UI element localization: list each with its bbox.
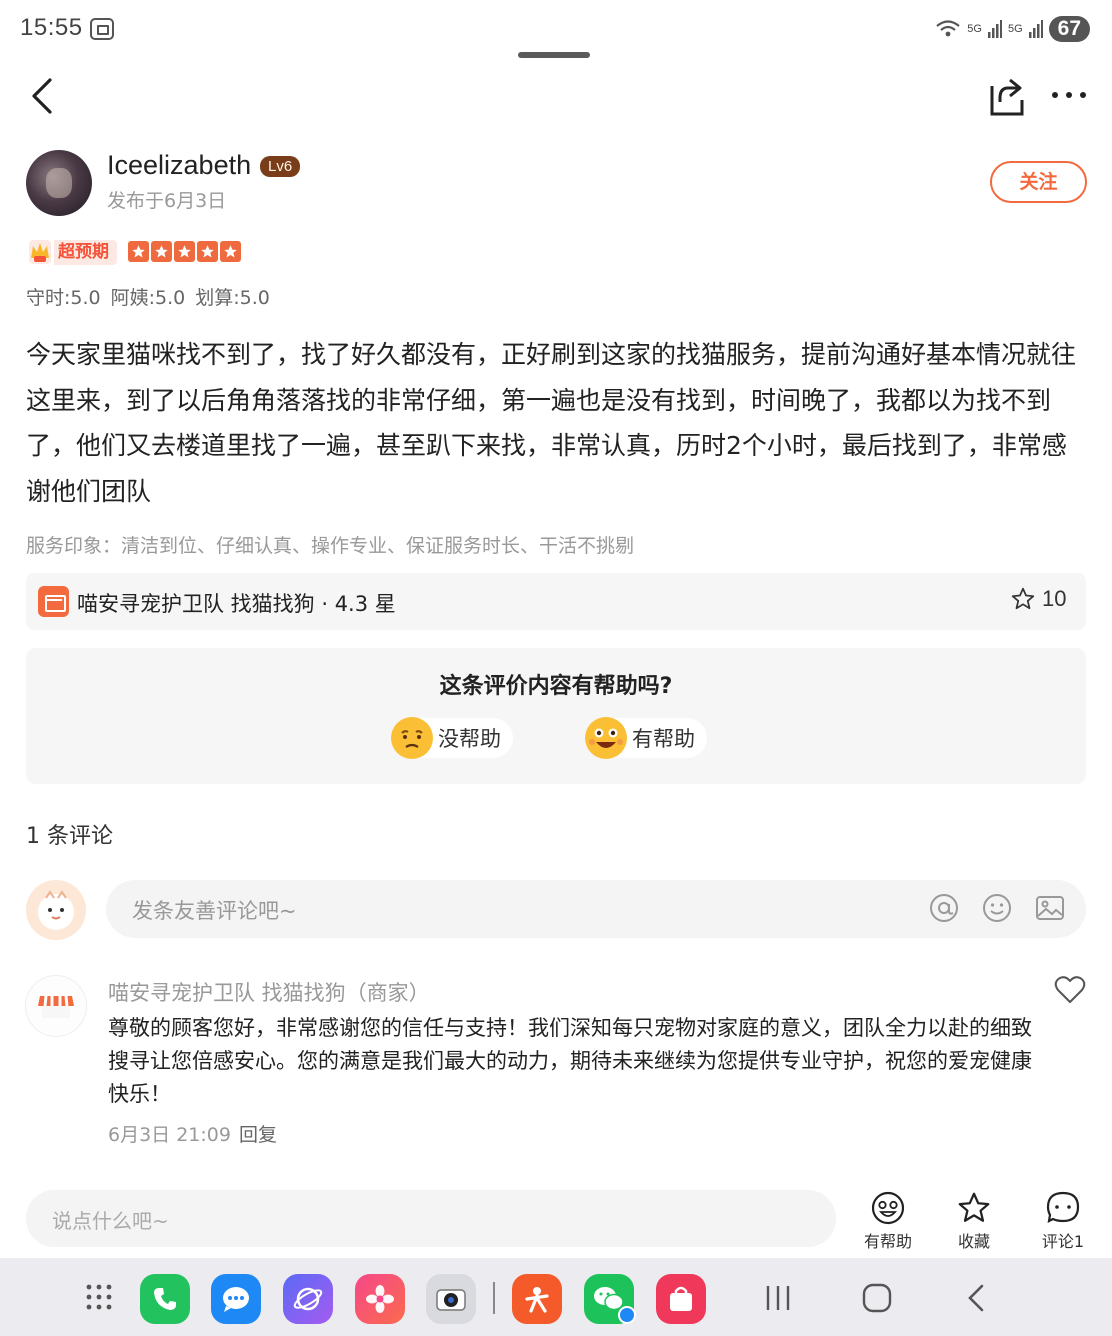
author-name[interactable]: Iceelizabeth: [107, 150, 251, 181]
not-helpful-button[interactable]: 没帮助: [391, 717, 513, 759]
wifi-icon: [936, 20, 960, 37]
store-icon[interactable]: [656, 1274, 706, 1324]
super-expectation-badge: 超预期: [54, 240, 117, 265]
star-icon: [128, 241, 149, 262]
dual-app-badge-icon: [618, 1306, 636, 1324]
score-staff: 阿姨:5.0: [110, 287, 186, 309]
comment-input-placeholder[interactable]: 发条友善评论吧~: [132, 895, 297, 925]
star-rating: [128, 241, 241, 262]
emoji-icon[interactable]: [981, 892, 1013, 924]
more-options-icon[interactable]: [1046, 80, 1092, 110]
score-value: 划算:5.0: [195, 287, 270, 309]
comment-count: 1 条评论: [26, 824, 113, 849]
cartoon-avatar-icon: [38, 890, 74, 930]
review-text: 今天家里猫咪找不到了，找了好久都没有，正好刷到这家的找猫服务，提前沟通好基本情况…: [26, 340, 1077, 506]
shop-favorite[interactable]: 10: [1010, 586, 1066, 612]
battery-level: 67: [1048, 16, 1090, 42]
helpful-label: 有帮助: [632, 727, 695, 751]
level-badge: Lv6: [260, 156, 301, 177]
star-icon: [174, 241, 195, 262]
store-awning-icon: [38, 995, 74, 1018]
say-something-placeholder[interactable]: 说点什么吧~: [52, 1205, 169, 1234]
collect-star-icon: [958, 1192, 990, 1222]
browser-icon[interactable]: [283, 1274, 333, 1324]
collect-action[interactable]: 收藏: [939, 1190, 1009, 1252]
gallery-icon[interactable]: [355, 1274, 405, 1324]
dock-divider: [493, 1282, 495, 1314]
dianping-icon[interactable]: [512, 1274, 562, 1324]
service-impression: 服务印象：清洁到位、仔细认真、操作专业、保证服务时长、干活不挑剔: [26, 535, 635, 557]
screenshot-indicator-icon: [90, 18, 114, 40]
helpful-button[interactable]: 有帮助: [585, 717, 707, 759]
helpful-action-label: 有帮助: [863, 1232, 912, 1251]
merchant-name[interactable]: 喵安寻宠护卫队 找猫找狗（商家）: [108, 977, 430, 1007]
my-avatar: [26, 880, 86, 940]
recent-apps-icon[interactable]: [760, 1280, 796, 1316]
back-icon[interactable]: [22, 70, 66, 122]
apps-grid-icon[interactable]: [84, 1282, 114, 1312]
favorite-count: 10: [1042, 586, 1067, 611]
follow-button[interactable]: 关注: [990, 161, 1087, 203]
shop-name[interactable]: 喵安寻宠护卫队 找猫找狗 · 4.3 星: [77, 588, 396, 618]
star-icon: [220, 241, 241, 262]
merchant-reply-text: 尊敬的顾客您好，非常感谢您的信任与支持！我们深知每只宠物对家庭的意义，团队全力以…: [108, 1016, 1032, 1106]
shop-icon: [38, 586, 69, 617]
reply-meta: 6月3日 21:09 回复: [108, 1120, 277, 1147]
score-punctual: 守时:5.0: [26, 287, 101, 309]
drag-handle[interactable]: [518, 52, 590, 58]
comment-bubble-icon: [1046, 1191, 1080, 1223]
helpful-question: 这条评价内容有帮助吗?: [439, 674, 673, 699]
nav-back-icon[interactable]: [958, 1280, 994, 1316]
post-date: 发布于6月3日: [107, 190, 227, 212]
signal-1-label: 5G: [967, 23, 982, 35]
phone-icon[interactable]: [140, 1274, 190, 1324]
signal-2-icon: [1028, 20, 1043, 38]
signal-2-label: 5G: [1007, 23, 1023, 35]
crown-icon: [29, 240, 51, 264]
collect-action-label: 收藏: [957, 1232, 990, 1251]
star-icon: [197, 241, 218, 262]
author-avatar[interactable]: [26, 150, 92, 216]
happy-emoji-icon: [585, 717, 627, 759]
mention-icon[interactable]: [928, 892, 960, 924]
status-icons: 5G 5G 67: [935, 16, 1090, 42]
share-icon[interactable]: [984, 74, 1028, 118]
comment-action-label: 评论1: [1041, 1232, 1085, 1251]
merchant-avatar[interactable]: [26, 976, 86, 1036]
signal-1-icon: [987, 20, 1002, 38]
heart-icon[interactable]: [1054, 975, 1086, 1005]
reply-date: 6月3日 21:09: [108, 1124, 231, 1146]
messages-icon[interactable]: [211, 1274, 261, 1324]
helpful-action[interactable]: 有帮助: [853, 1190, 923, 1252]
star-icon: [151, 241, 172, 262]
star-outline-icon[interactable]: [1010, 586, 1036, 612]
comment-action[interactable]: 评论1: [1028, 1190, 1098, 1252]
helpful-face-icon: [871, 1191, 905, 1225]
camera-icon[interactable]: [426, 1274, 476, 1324]
image-upload-icon[interactable]: [1034, 892, 1066, 924]
home-icon[interactable]: [859, 1280, 895, 1316]
reply-button[interactable]: 回复: [239, 1120, 277, 1147]
confused-emoji-icon: [391, 717, 433, 759]
status-time: 15:55: [20, 14, 83, 41]
not-helpful-label: 没帮助: [438, 727, 501, 751]
sub-scores: 守时:5.0 阿姨:5.0 划算:5.0: [26, 283, 270, 310]
